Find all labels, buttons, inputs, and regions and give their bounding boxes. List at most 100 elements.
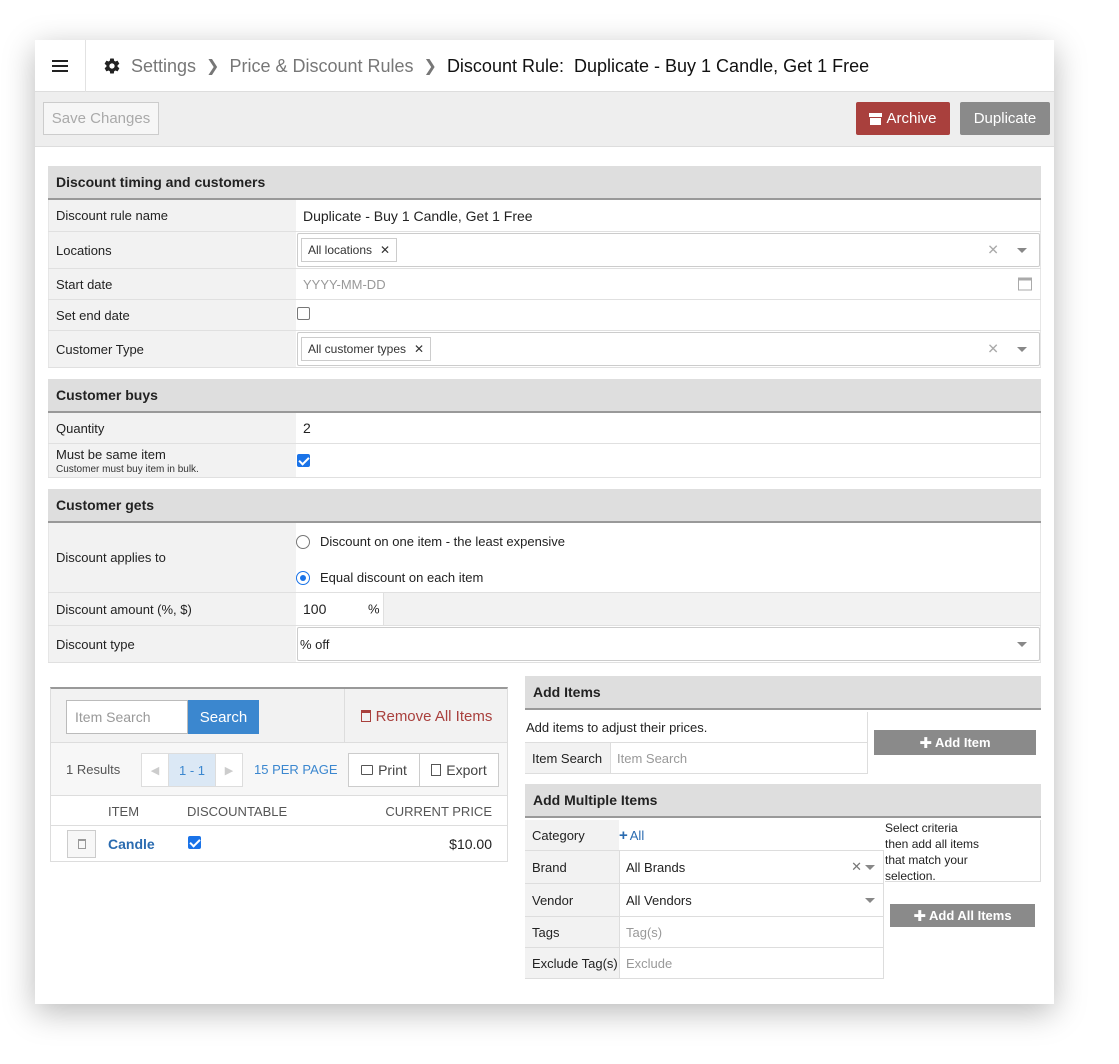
item-search-input[interactable]: Item Search [66, 700, 188, 734]
same-item-checkbox[interactable] [297, 454, 310, 467]
menu-button[interactable] [35, 40, 86, 92]
table-header: ITEM DISCOUNTABLE CURRENT PRICE [50, 796, 508, 826]
app-window: Settings ❯ Price & Discount Rules ❯ Disc… [35, 40, 1054, 1004]
field-label-group: Must be same item Customer must buy item… [48, 444, 296, 477]
trash-icon [360, 710, 371, 722]
printer-icon [361, 765, 374, 775]
discountable-checkbox[interactable] [188, 836, 201, 849]
calendar-icon[interactable] [1018, 277, 1032, 291]
option-least-expensive[interactable]: Discount on one item - the least expensi… [296, 534, 565, 549]
customer-type-select[interactable]: All customer types ✕ ✕ [297, 332, 1040, 366]
clear-icon[interactable]: ✕ [987, 341, 999, 358]
rule-name-input[interactable]: Duplicate - Buy 1 Candle, Get 1 Free [296, 208, 533, 224]
discount-amount-input[interactable]: 100 % [296, 593, 384, 625]
vendor-select[interactable]: All Vendors [619, 884, 884, 916]
remove-tag-icon[interactable]: ✕ [414, 342, 424, 356]
criteria-help-text: Select criteria then add all items that … [885, 820, 1041, 883]
column-header-price[interactable]: CURRENT PRICE [385, 804, 492, 819]
brand-row: Brand All Brands ✕ [525, 851, 884, 884]
add-all-items-button[interactable]: ✚ Add All Items [890, 904, 1035, 927]
chevron-down-icon[interactable] [1017, 642, 1027, 647]
item-link[interactable]: Candle [108, 836, 155, 852]
locations-select[interactable]: All locations ✕ ✕ [297, 233, 1040, 267]
panel-title: Add Multiple Items [525, 784, 1041, 818]
discount-items-panel: Item Search Search Remove All Items 1 Re… [50, 687, 508, 862]
gear-icon [104, 58, 120, 74]
exclude-tags-input[interactable]: Exclude [619, 948, 884, 978]
category-all-link[interactable]: + All [619, 827, 644, 844]
current-page[interactable]: 1 - 1 [168, 754, 216, 786]
add-items-panel: Add Items Add items to adjust their pric… [525, 676, 1041, 776]
add-item-button[interactable]: ✚ Add Item [874, 730, 1036, 755]
field-label: Quantity [48, 413, 296, 443]
customer-type-row: Customer Type All customer types ✕ ✕ [48, 331, 1041, 368]
field-note: Customer must buy item in bulk. [56, 463, 199, 475]
field-label: Discount amount (%, $) [48, 593, 296, 625]
remove-tag-icon[interactable]: ✕ [380, 243, 390, 257]
help-line: Select criteria [885, 821, 958, 835]
chevron-down-icon[interactable] [865, 898, 875, 903]
section-title: Customer gets [48, 489, 1041, 523]
per-page-select[interactable]: 15 PER PAGE [254, 743, 338, 796]
brand-select[interactable]: All Brands ✕ [619, 851, 884, 883]
breadcrumb-settings[interactable]: Settings [131, 56, 196, 77]
clear-icon[interactable]: ✕ [987, 242, 999, 259]
breadcrumb-price-rules[interactable]: Price & Discount Rules [229, 56, 413, 77]
next-page-icon[interactable]: ▶ [216, 754, 242, 786]
delete-row-button[interactable] [67, 830, 96, 858]
search-button[interactable]: Search [188, 700, 259, 734]
add-items-description: Add items to adjust their prices. [525, 712, 868, 743]
tags-input[interactable]: Tag(s) [619, 917, 884, 947]
help-line: that match your [885, 853, 968, 867]
applies-to-row: Discount applies to Discount on one item… [48, 523, 1041, 593]
customer-type-tag: All customer types ✕ [301, 337, 432, 361]
same-item-row: Must be same item Customer must buy item… [48, 444, 1041, 478]
end-date-row: Set end date [48, 300, 1041, 331]
prev-page-icon[interactable]: ◀ [142, 754, 168, 786]
set-end-date-checkbox[interactable] [297, 306, 310, 320]
option-equal-discount[interactable]: Equal discount on each item [296, 570, 483, 585]
discount-type-value: % off [300, 636, 330, 652]
option-label: Equal discount on each item [320, 570, 484, 585]
add-all-items-label: Add All Items [928, 908, 1012, 923]
field-label: Vendor [525, 884, 619, 916]
print-button[interactable]: Print [348, 753, 420, 787]
field-label: Must be same item [56, 446, 166, 462]
field-label: Discount rule name [48, 200, 296, 231]
field-label: Category [525, 820, 619, 850]
top-bar: Settings ❯ Price & Discount Rules ❯ Disc… [35, 40, 1054, 92]
page-title: Discount Rule: Duplicate - Buy 1 Candle,… [446, 55, 870, 76]
chevron-down-icon[interactable] [865, 865, 875, 870]
plus-icon: ✚ [919, 734, 932, 752]
discount-type-row: Discount type % off [48, 626, 1041, 663]
archive-icon [869, 112, 883, 125]
option-label: Discount on one item - the least expensi… [320, 534, 565, 549]
vendor-row: Vendor All Vendors [525, 884, 884, 917]
discount-type-select[interactable]: % off [297, 627, 1040, 661]
archive-button[interactable]: Archive [856, 102, 950, 135]
section-title: Customer buys [48, 379, 1041, 413]
exclude-tags-row: Exclude Tag(s) Exclude [525, 948, 884, 979]
clear-icon[interactable]: ✕ [851, 859, 862, 875]
tag-label: All customer types [308, 342, 407, 356]
amount-spacer [384, 593, 1040, 625]
help-line: then add all items [885, 837, 980, 851]
chevron-down-icon[interactable] [1017, 248, 1027, 253]
results-count: 1 Results [66, 762, 121, 777]
add-item-search-row: Item Search Item Search [525, 743, 868, 774]
duplicate-button[interactable]: Duplicate [960, 102, 1050, 135]
column-header-item[interactable]: ITEM [108, 804, 139, 819]
chevron-down-icon[interactable] [1017, 347, 1027, 352]
add-item-search-input[interactable]: Item Search [611, 743, 868, 773]
column-header-discountable[interactable]: DISCOUNTABLE [187, 804, 287, 819]
save-changes-button[interactable]: Save Changes [43, 102, 159, 135]
field-label: Tags [525, 917, 619, 947]
export-button[interactable]: Export [420, 753, 499, 787]
start-date-input[interactable]: YYYY-MM-DD [296, 277, 386, 292]
quantity-input[interactable]: 2 [296, 420, 311, 436]
radio-equal-discount[interactable] [296, 570, 310, 585]
radio-least-expensive[interactable] [296, 534, 310, 549]
items-search-bar: Item Search Search Remove All Items [50, 687, 508, 743]
remove-all-items-button[interactable]: Remove All Items [344, 689, 508, 743]
field-label: Exclude Tag(s) [525, 948, 619, 978]
